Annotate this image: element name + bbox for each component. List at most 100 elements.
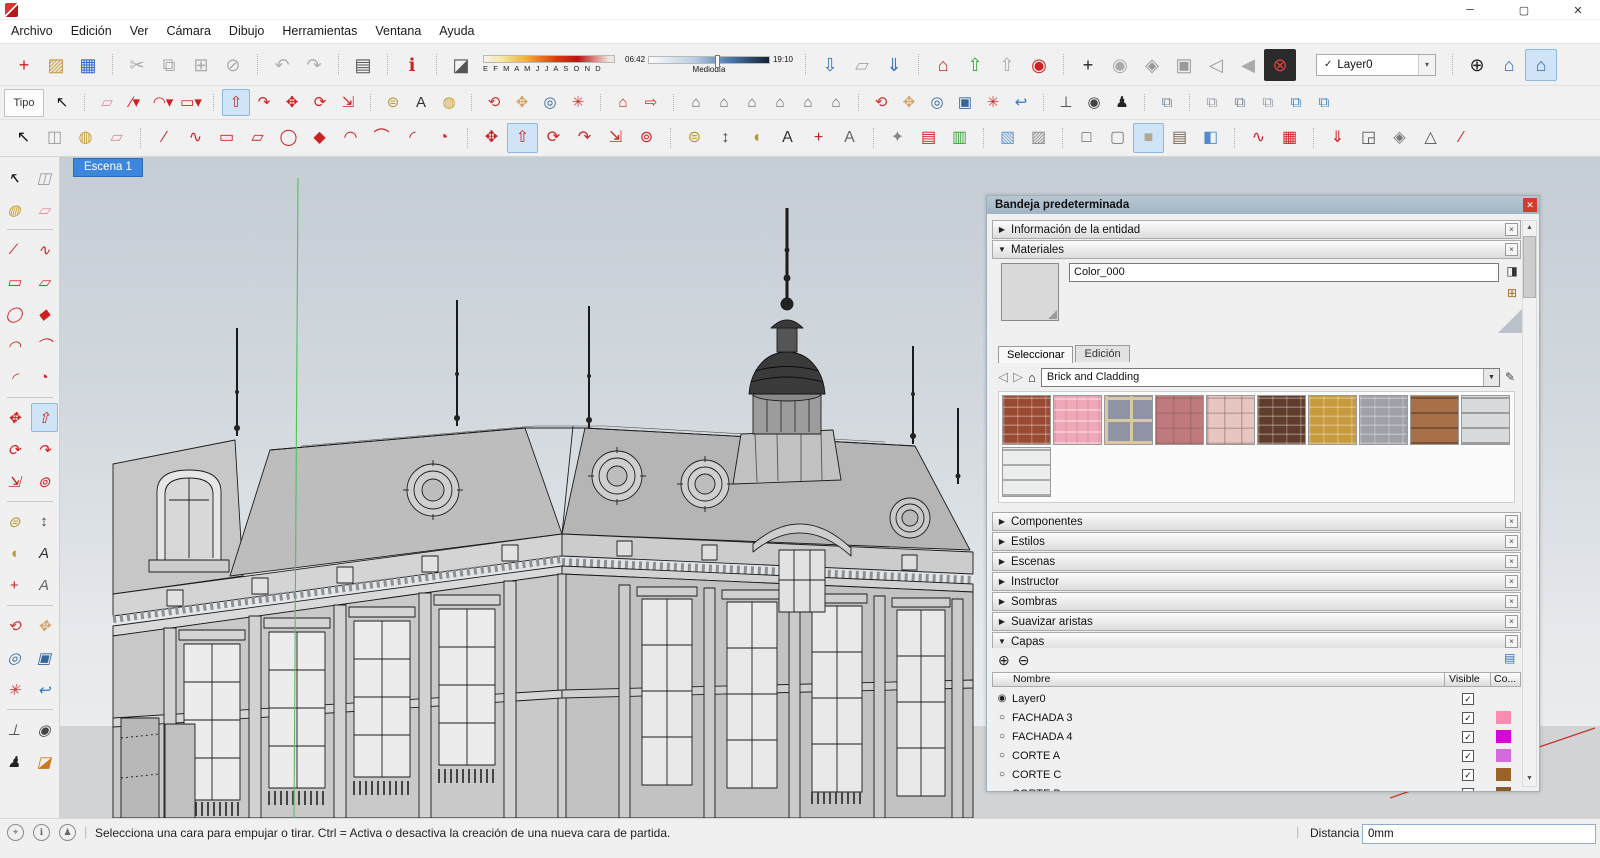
view-iso[interactable]: ⌂ — [682, 89, 710, 116]
material-swatch[interactable] — [1155, 395, 1204, 445]
line[interactable]: ∕ — [149, 123, 180, 153]
section-scenes[interactable]: ▶ Escenas × — [992, 552, 1521, 571]
create-material-icon[interactable]: ⊞ — [1504, 285, 1520, 301]
get-models-2[interactable]: ⌂ — [609, 89, 637, 116]
section-plane-tool[interactable]: ⊕ — [1461, 49, 1493, 81]
select[interactable]: ↖ — [8, 123, 39, 153]
component-attributes[interactable]: ▥ — [944, 123, 975, 153]
rectangle[interactable]: ▭ — [211, 123, 242, 153]
copy[interactable]: ⧉ — [153, 49, 185, 81]
layer-radio[interactable] — [992, 712, 1012, 723]
shadow-time-slider[interactable]: 06:42 19:10 Mediodía — [625, 55, 793, 74]
section-close-icon[interactable]: × — [1505, 243, 1518, 256]
layer-color-swatch[interactable] — [1496, 787, 1511, 791]
xray-mode[interactable]: ▧ — [992, 123, 1023, 153]
drape[interactable]: ◈ — [1384, 123, 1415, 153]
orbit[interactable]: ⟲ — [480, 89, 508, 116]
layer-radio[interactable] — [992, 769, 1012, 780]
look-around[interactable]: ◉ — [31, 715, 58, 744]
rectangle[interactable]: ▭▾ — [177, 89, 205, 116]
layer-color-swatch[interactable] — [1496, 768, 1511, 781]
layer-color-swatch[interactable] — [1496, 692, 1511, 705]
material-name-field[interactable]: Color_000 — [1069, 263, 1499, 282]
paste[interactable]: ⊞ — [185, 49, 217, 81]
arc[interactable]: ◠ — [1, 331, 28, 360]
dimension[interactable]: ↕ — [710, 123, 741, 153]
view-right[interactable]: ⌂ — [766, 89, 794, 116]
eraser[interactable]: ▱ — [101, 123, 132, 153]
text[interactable]: A — [772, 123, 803, 153]
material-swatch[interactable] — [1461, 395, 1510, 445]
zoom-window[interactable]: ▣ — [31, 643, 58, 672]
photo-textures[interactable]: ⇓ — [878, 49, 910, 81]
rotate[interactable]: ⟳ — [538, 123, 569, 153]
menu-item[interactable]: Dibujo — [220, 20, 273, 43]
layer-row[interactable]: CORTE C — [992, 765, 1521, 784]
arc[interactable]: ◠▾ — [149, 89, 177, 116]
walk[interactable]: ♟ — [1108, 89, 1136, 116]
polygon[interactable]: ◆ — [31, 299, 58, 328]
layer-color-swatch[interactable] — [1496, 730, 1511, 743]
layer-visible-checkbox[interactable] — [1462, 788, 1474, 792]
section-entity-info[interactable]: ▶ Información de la entidad × — [992, 220, 1521, 239]
zoom[interactable]: ◎ — [536, 89, 564, 116]
zoom-extents-2[interactable]: ✳ — [979, 89, 1007, 116]
shadow-date-slider[interactable]: E F M A M J J A S O N D — [483, 55, 615, 73]
save-model[interactable]: ▦ — [72, 49, 104, 81]
column-color[interactable]: Co... — [1490, 673, 1520, 686]
material-swatch[interactable] — [1002, 447, 1051, 497]
display-section-planes[interactable]: ⌂ — [1493, 49, 1525, 81]
cut[interactable]: ✂ — [121, 49, 153, 81]
chevron-down-icon[interactable]: ▼ — [1483, 369, 1499, 386]
scale[interactable]: ⇲ — [600, 123, 631, 153]
layer-radio[interactable] — [992, 788, 1012, 791]
material-swatch[interactable] — [1104, 395, 1153, 445]
layer-row[interactable]: FACHADA 3 — [992, 708, 1521, 727]
two-point-arc[interactable]: ⌒ — [31, 331, 58, 360]
look-around[interactable]: ◉ — [1080, 89, 1108, 116]
move[interactable]: ✥ — [476, 123, 507, 153]
layer-radio[interactable] — [992, 731, 1012, 742]
position-camera[interactable]: ⊥ — [1, 715, 28, 744]
section-styles[interactable]: ▶ Estilos × — [992, 532, 1521, 551]
previous-view[interactable]: ↩ — [31, 675, 58, 704]
scale[interactable]: ⇲ — [334, 89, 362, 116]
section-components[interactable]: ▶ Componentes × — [992, 512, 1521, 531]
arc[interactable]: ◠ — [335, 123, 366, 153]
back-edges[interactable]: ▨ — [1023, 123, 1054, 153]
stamp[interactable]: ◲ — [1353, 123, 1384, 153]
rotated-rectangle[interactable]: ▱ — [31, 267, 58, 296]
material-swatch[interactable] — [1002, 395, 1051, 445]
orbit[interactable]: ⟲ — [1, 611, 28, 640]
section-instructor[interactable]: ▶ Instructor × — [992, 572, 1521, 591]
section-materials[interactable]: ▼ Materiales × — [992, 240, 1521, 259]
geolocation-icon[interactable]: ⌖ — [7, 824, 24, 841]
line[interactable]: ∕ — [1, 235, 28, 264]
orbit-2[interactable]: ⟲ — [867, 89, 895, 116]
model-info[interactable]: ℹ — [396, 49, 428, 81]
pie[interactable]: ◔ — [31, 363, 58, 392]
menu-item[interactable]: Cámara — [157, 20, 219, 43]
layer-row[interactable]: CORTE B — [992, 784, 1521, 791]
component-options[interactable]: ▤ — [913, 123, 944, 153]
pie[interactable]: ◔ — [428, 123, 459, 153]
dimension[interactable]: ↕ — [31, 507, 58, 536]
freehand[interactable]: ∿ — [180, 123, 211, 153]
tab-edicion[interactable]: Edición — [1075, 345, 1129, 362]
redo[interactable]: ↷ — [298, 49, 330, 81]
undo[interactable]: ↶ — [266, 49, 298, 81]
material-swatch[interactable] — [1410, 395, 1459, 445]
push-pull[interactable]: ⇧ — [507, 123, 538, 153]
material-swatch[interactable] — [1053, 395, 1102, 445]
print[interactable]: ▤ — [347, 49, 379, 81]
share-model-2[interactable]: ⇨ — [637, 89, 665, 116]
tape-measure[interactable]: ⊜ — [379, 89, 407, 116]
section-close-icon[interactable]: × — [1505, 595, 1518, 608]
push-pull[interactable]: ⇧ — [31, 403, 58, 432]
layer-row[interactable]: CORTE A — [992, 746, 1521, 765]
two-point-arc[interactable]: ⌒ — [366, 123, 397, 153]
tab-seleccionar[interactable]: Seleccionar — [998, 346, 1073, 363]
view-left[interactable]: ⌂ — [822, 89, 850, 116]
make-component[interactable]: ◫ — [31, 163, 58, 192]
menu-item[interactable]: Ayuda — [430, 20, 483, 43]
